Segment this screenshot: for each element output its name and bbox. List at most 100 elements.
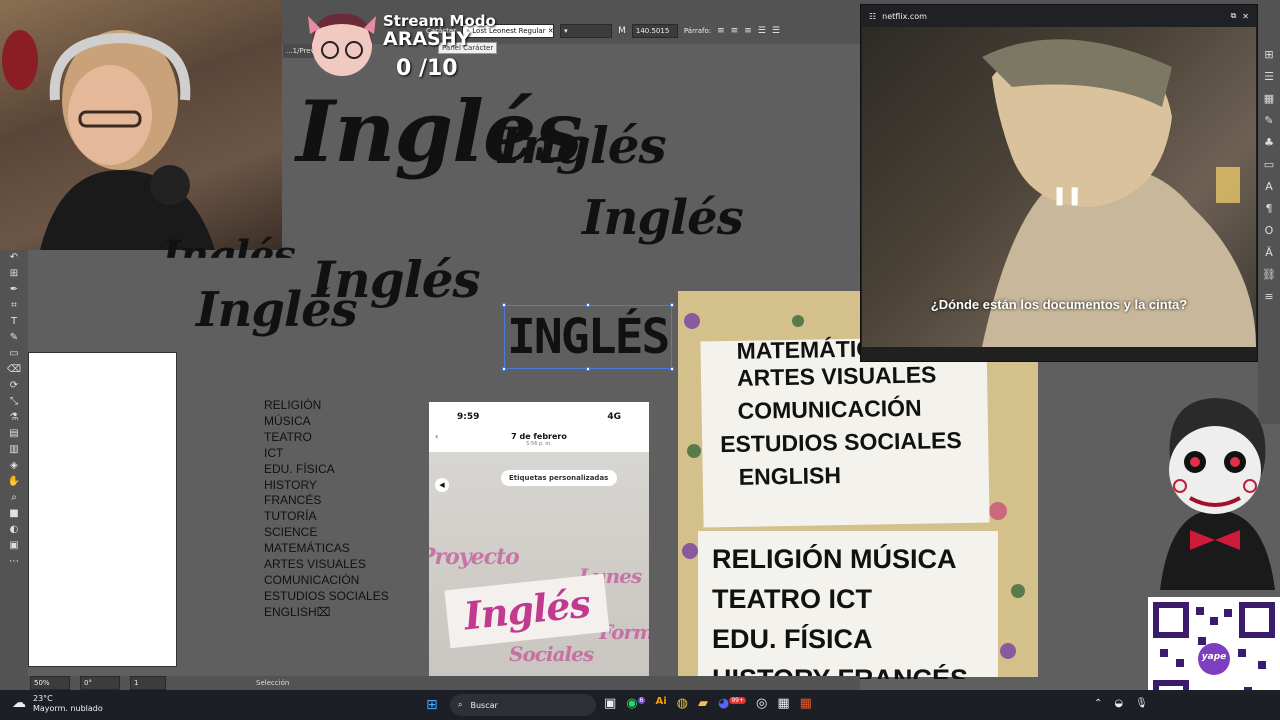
align-left-icon[interactable]: ≡ xyxy=(717,26,725,36)
font-size-field[interactable]: 140.5015 xyxy=(631,24,678,38)
draw-mode-icon[interactable]: ◐ xyxy=(0,522,28,538)
search-icon: ⌕ xyxy=(458,700,463,709)
eyedropper-icon[interactable]: ⚗ xyxy=(0,410,28,426)
streamer-figure xyxy=(2,30,215,250)
volume-icon[interactable]: ◀ xyxy=(435,478,449,492)
eraser-tool-icon[interactable]: ⌫ xyxy=(0,362,28,378)
symbols-icon[interactable]: ♣ xyxy=(1258,132,1280,154)
file-explorer-icon[interactable]: ▰ xyxy=(698,696,708,711)
pause-icon[interactable]: ❚❚ xyxy=(1052,185,1082,206)
properties-icon[interactable]: ⊞ xyxy=(1258,44,1280,66)
resize-handle[interactable] xyxy=(586,367,590,371)
tray-chevron-icon[interactable]: ⌃ xyxy=(1094,698,1102,709)
resize-handle[interactable] xyxy=(670,367,674,371)
hand-tool-icon[interactable]: ✋ xyxy=(0,474,28,490)
windows-start-icon[interactable]: ⊞ xyxy=(426,697,438,713)
canvas-word[interactable]: Inglés xyxy=(582,190,744,246)
weather-widget[interactable]: 23°C Mayorm. nublado xyxy=(33,694,103,714)
align-icon[interactable]: ≡ xyxy=(1258,286,1280,308)
bg-sticker: Sociales xyxy=(509,642,594,666)
back-icon[interactable]: ‹ xyxy=(435,432,438,441)
video-subtitle: ¿Dónde están los documentos y la cinta? xyxy=(930,297,1188,312)
font-style-dropdown[interactable]: ▾ xyxy=(560,24,613,38)
artboard[interactable] xyxy=(28,352,177,667)
task-view-icon[interactable]: ▣ xyxy=(604,696,616,711)
align-center-icon[interactable]: ≡ xyxy=(731,26,739,36)
phone-signal: 4G xyxy=(607,412,621,422)
resize-handle[interactable] xyxy=(670,303,674,307)
canvas-word[interactable]: Inglés xyxy=(196,282,358,338)
selected-text-object[interactable]: INGLÉS xyxy=(502,303,674,371)
label-line: COMUNICACIÓN xyxy=(737,394,922,424)
screen-mode-icon[interactable]: ▣ xyxy=(0,538,28,554)
pen-tool-icon[interactable]: ✒ xyxy=(0,282,28,298)
text-size-icon: M xyxy=(618,26,626,36)
align-right-icon[interactable]: ≡ xyxy=(744,26,752,36)
canvas-word-partial[interactable]: Inglés xyxy=(162,232,295,258)
artboard-field[interactable]: 1 xyxy=(130,676,166,690)
opentype-icon[interactable]: O xyxy=(1258,220,1280,242)
close-icon[interactable]: ✕ xyxy=(1242,12,1249,21)
zoom-tool-icon[interactable]: ⌕ xyxy=(0,490,28,506)
list-item: FRANCÉS xyxy=(264,493,322,508)
stroke-icon[interactable]: ▭ xyxy=(1258,154,1280,176)
layers-icon[interactable]: ☰ xyxy=(1258,66,1280,88)
resize-handle[interactable] xyxy=(502,303,506,307)
whatsapp-icon[interactable]: ◉ 6 xyxy=(626,696,646,711)
menu-icon[interactable]: ☰ xyxy=(772,26,780,36)
rotation-field[interactable]: 0° xyxy=(80,676,120,690)
undo-icon[interactable]: ↶ xyxy=(0,250,28,266)
tune-icon: ☷ xyxy=(869,11,877,21)
list-item: MÚSICA xyxy=(264,413,311,428)
discord-icon[interactable]: ◕ 99+ xyxy=(718,696,746,711)
more-tools-icon[interactable]: ⋯ xyxy=(0,554,28,570)
qr-brand: yape xyxy=(1201,652,1227,662)
rotate-tool-icon[interactable]: ⟳ xyxy=(0,378,28,394)
resize-handle[interactable] xyxy=(586,303,590,307)
zoom-field[interactable]: 50% xyxy=(30,676,70,690)
graph-tool-icon[interactable]: ▥ xyxy=(0,442,28,458)
video-frame[interactable]: ❚❚ ¿Dónde están los documentos y la cint… xyxy=(862,27,1256,347)
chrome-icon[interactable]: ◍ xyxy=(677,696,688,711)
pip-url: netflix.com xyxy=(882,11,927,21)
rectangle-tool-icon[interactable]: ▭ xyxy=(0,346,28,362)
swatches-icon[interactable]: ▦ xyxy=(1258,88,1280,110)
netflix-pip-window[interactable]: ☷ netflix.com ⧉ ✕ ❚❚ ¿Dónde están los do… xyxy=(860,4,1258,362)
panels-dock: ⊞ ☰ ▦ ✎ ♣ ▭ A ¶ O Ä ⛓ ≡ xyxy=(1258,44,1280,424)
list-item: ARTES VISUALES xyxy=(264,557,366,572)
character-icon[interactable]: A xyxy=(1258,176,1280,198)
fill-stroke-icon[interactable]: ■ xyxy=(0,506,28,522)
weather-temp: 23°C xyxy=(33,694,53,703)
list-item: TEATRO xyxy=(264,429,312,444)
calculator-icon[interactable]: ▦ xyxy=(777,696,789,711)
notification-badge: 99+ xyxy=(729,696,746,704)
paragraph-label: Párrafo: xyxy=(683,27,712,35)
crop-tool-icon[interactable]: ⌗ xyxy=(0,298,28,314)
obs-icon[interactable]: ◎ xyxy=(756,696,767,711)
avatar xyxy=(308,13,376,76)
paragraph-icon[interactable]: ¶ xyxy=(1258,198,1280,220)
list-item: MATEMÁTICAS xyxy=(264,541,350,556)
tray-app-icon[interactable]: ◒ xyxy=(1114,698,1123,709)
blend-tool-icon[interactable]: ◈ xyxy=(0,458,28,474)
artboard-tool-icon[interactable]: ⊞ xyxy=(0,266,28,282)
brushes-icon[interactable]: ✎ xyxy=(1258,110,1280,132)
list-icon[interactable]: ☰ xyxy=(758,26,766,36)
type-tool-icon[interactable]: T xyxy=(0,314,28,330)
scale-tool-icon[interactable]: ⤡ xyxy=(0,394,28,410)
canvas-word[interactable]: Inglés xyxy=(498,116,667,175)
phone-screenshot: 9:59 4G ‹ 7 de febrero 5:56 p. m. Etique… xyxy=(429,402,649,677)
illustrator-icon[interactable]: Ai xyxy=(655,696,666,711)
resize-handle[interactable] xyxy=(502,367,506,371)
sticker-card: Inglés xyxy=(444,573,610,649)
microphone-icon[interactable]: 🎙 xyxy=(1135,698,1148,709)
back-to-tab-icon[interactable]: ⧉ xyxy=(1231,11,1237,21)
search-box[interactable]: ⌕ Buscar xyxy=(450,694,596,716)
brush-tool-icon[interactable]: ✎ xyxy=(0,330,28,346)
subject-list[interactable]: RELIGIÓN MÚSICA TEATRO ICT EDU. FÍSICA H… xyxy=(264,398,389,621)
gradient-tool-icon[interactable]: ▤ xyxy=(0,426,28,442)
selected-word: INGLÉS xyxy=(507,309,670,365)
glyphs-icon[interactable]: Ä xyxy=(1258,242,1280,264)
media-icon[interactable]: ▦ xyxy=(800,696,812,711)
links-icon[interactable]: ⛓ xyxy=(1258,264,1280,286)
